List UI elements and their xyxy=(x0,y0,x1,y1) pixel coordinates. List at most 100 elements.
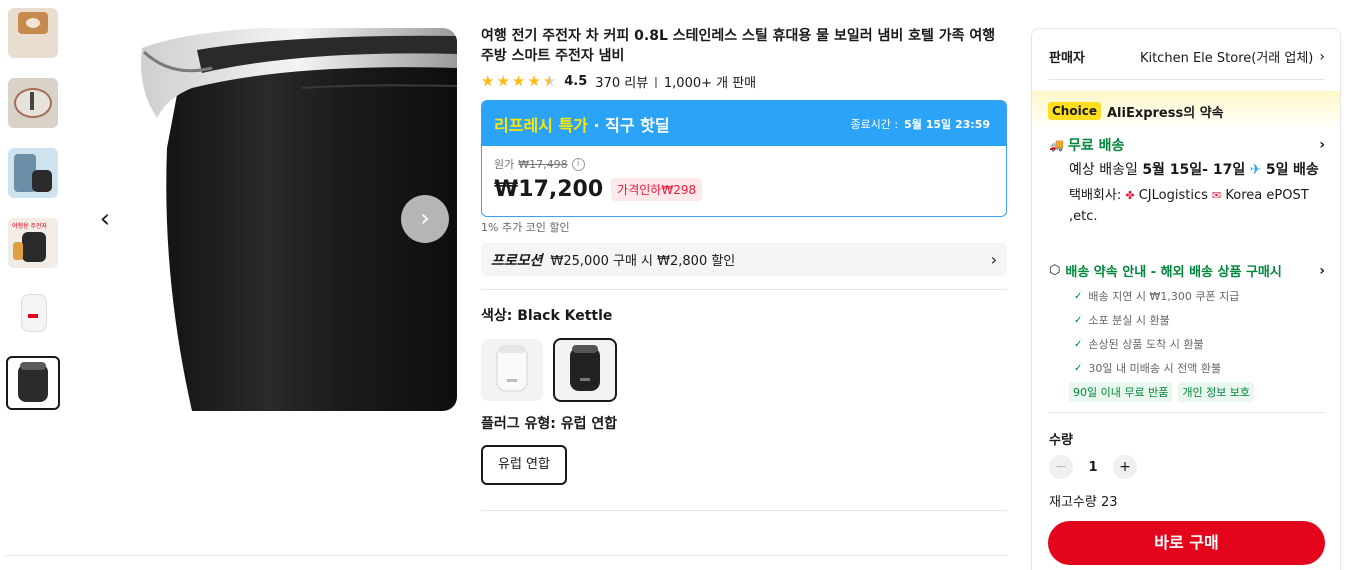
courier-1: CJLogistics xyxy=(1138,188,1208,203)
discount-badge: 가격인하₩298 xyxy=(611,178,703,201)
black-kettle-image xyxy=(570,345,600,391)
shipping-header: 🚚 무료 배송 › xyxy=(1049,135,1325,155)
thumbnail-image-detail xyxy=(28,314,38,318)
info-icon[interactable]: i xyxy=(571,157,585,171)
price-row: ₩17,200 가격인하₩298 xyxy=(494,177,994,202)
quantity-value[interactable]: 1 xyxy=(1073,460,1113,475)
delivery-assurance[interactable]: ⬡ 배송 약속 안내 - 해외 배송 상품 구매시 › ✓ 배송 지연 시 ₩1,… xyxy=(1049,261,1325,402)
star-icon: ★ xyxy=(496,71,510,90)
seller-row[interactable]: 판매자 Kitchen Ele Store(거래 업체) › xyxy=(1049,47,1325,67)
divider xyxy=(1049,79,1325,80)
assurance-item-text: 손상된 상품 도착 시 환불 xyxy=(1088,338,1204,351)
thumbnail-image-detail xyxy=(13,242,23,260)
cj-logo-icon: ✤ xyxy=(1125,189,1135,202)
assurance-item: ✓ 손상된 상품 도착 시 환불 xyxy=(1074,336,1325,352)
promotion-tag: 프로모션 xyxy=(491,252,543,269)
check-icon: ✓ xyxy=(1074,362,1083,374)
rating-row: ★ ★ ★ ★ ★ 4.5 370 리뷰 | 1,000+ 개 판매 xyxy=(481,71,756,91)
next-image-button[interactable]: › xyxy=(401,195,449,243)
buy-now-button[interactable]: 바로 구매 xyxy=(1048,521,1325,565)
choice-promise: AliExpress의 약속 xyxy=(1106,105,1224,121)
check-icon: ✓ xyxy=(1074,290,1083,302)
prev-image-button[interactable]: ‹ xyxy=(93,204,117,234)
thumbnail-list: 여행용 주전자 xyxy=(0,0,62,415)
seller-label: 판매자 xyxy=(1049,51,1085,66)
white-kettle-image xyxy=(496,345,528,392)
quantity-decrease-button[interactable]: − xyxy=(1049,455,1073,479)
thumbnail-1[interactable] xyxy=(8,8,58,58)
assurance-header: ⬡ 배송 약속 안내 - 해외 배송 상품 구매시 › xyxy=(1049,261,1325,281)
quantity-stepper: − 1 + xyxy=(1049,455,1137,479)
assurance-item: ✓ 30일 내 미배송 시 전액 환불 xyxy=(1074,360,1325,376)
deal-end-time: 종료시간 : 5월 15일 23:59 xyxy=(850,116,990,132)
rating-stars: ★ ★ ★ ★ ★ xyxy=(481,71,557,90)
chevron-left-icon: ‹ xyxy=(99,204,111,234)
choice-band: Choice AliExpress의 약속 xyxy=(1032,91,1340,131)
plug-type-label: 플러그 유형: 유럽 연합 xyxy=(481,416,618,432)
deal-end-value: 5월 15일 23:59 xyxy=(904,117,990,131)
delivery-estimate: 예상 배송일 5월 15일- 17일 ✈ 5일 배송 xyxy=(1069,159,1325,181)
star-icon: ★ xyxy=(481,71,495,90)
assurance-item: ✓ 배송 지연 시 ₩1,300 쿠폰 지급 xyxy=(1074,288,1325,304)
courier-info: 택배회사: ✤ CJLogistics ✉ Korea ePOST ,etc. xyxy=(1069,185,1325,227)
thumbnail-5[interactable] xyxy=(8,288,58,338)
deal-box: 리프레시 특가 · 직구 핫딜 종료시간 : 5월 15일 23:59 원가 ₩1… xyxy=(481,100,1007,217)
thumbnail-3[interactable] xyxy=(8,148,58,198)
thumbnail-2[interactable] xyxy=(8,78,58,128)
divider xyxy=(481,510,1007,511)
thumbnail-image-detail xyxy=(26,18,40,28)
star-icon: ★ xyxy=(511,71,526,90)
color-option-black[interactable] xyxy=(553,338,617,402)
check-icon: ✓ xyxy=(1074,314,1083,326)
thumbnail-image xyxy=(22,232,46,262)
box-icon: ⬡ xyxy=(1049,263,1061,278)
airplane-icon: ✈ xyxy=(1249,162,1262,178)
original-price-label: 원가 xyxy=(494,158,515,171)
estimate-dates: 5월 15일- 17일 xyxy=(1142,162,1246,178)
deal-title: 리프레시 특가 · 직구 핫딜 xyxy=(494,112,670,136)
chevron-right-icon: › xyxy=(990,250,997,269)
rating-value: 4.5 xyxy=(564,73,588,89)
color-label: 색상: Black Kettle xyxy=(481,308,613,324)
sales-count: 1,000+ 개 판매 xyxy=(663,75,757,91)
choice-badge: Choice xyxy=(1048,102,1101,120)
assurance-item: ✓ 소포 분실 시 환불 xyxy=(1074,312,1325,328)
divider xyxy=(6,555,1007,556)
color-option-white[interactable] xyxy=(481,339,543,401)
shipping-info[interactable]: 🚚 무료 배송 › 예상 배송일 5월 15일- 17일 ✈ 5일 배송 택배회… xyxy=(1049,135,1325,227)
thumbnail-image-detail xyxy=(32,170,52,192)
current-price: ₩17,200 xyxy=(494,177,604,202)
star-half-icon: ★ xyxy=(542,71,557,90)
chevron-right-icon: › xyxy=(420,204,430,232)
thumbnail-4[interactable]: 여행용 주전자 xyxy=(8,218,58,268)
estimate-prefix: 예상 배송일 xyxy=(1069,162,1138,178)
truck-icon: 🚚 xyxy=(1049,138,1064,152)
chevron-right-icon: › xyxy=(1319,48,1325,65)
star-icon: ★ xyxy=(527,71,541,90)
kettle-illustration xyxy=(62,28,457,411)
promotion-row[interactable]: 프로모션 ₩25,000 구매 시 ₩2,800 할인 › xyxy=(481,243,1007,276)
check-icon: ✓ xyxy=(1074,338,1083,350)
assurance-tags: 90일 이내 무료 반품 개인 정보 보호 xyxy=(1069,382,1325,402)
chevron-right-icon: › xyxy=(1319,137,1325,153)
separator: | xyxy=(654,74,658,88)
quantity-increase-button[interactable]: + xyxy=(1113,455,1137,479)
deal-name: 리프레시 특가 xyxy=(494,115,588,135)
estimate-suffix: 배송 xyxy=(1292,162,1319,178)
assurance-item-text: 30일 내 미배송 시 전액 환불 xyxy=(1088,362,1222,375)
promotion-text: ₩25,000 구매 시 ₩2,800 할인 xyxy=(550,254,736,269)
thumbnail-image xyxy=(21,294,47,332)
plug-option-eu[interactable]: 유럽 연합 xyxy=(481,445,567,485)
estimate-days: 5일 xyxy=(1265,162,1289,178)
review-count-link[interactable]: 370 리뷰 xyxy=(595,72,648,91)
divider xyxy=(1049,412,1325,413)
shipping-title: 무료 배송 xyxy=(1067,138,1125,154)
thumbnail-6-active[interactable] xyxy=(6,356,60,410)
tag-privacy: 개인 정보 보호 xyxy=(1178,382,1255,402)
tag-free-return: 90일 이내 무료 반품 xyxy=(1069,382,1173,402)
thumbnail-image-detail xyxy=(20,362,46,370)
epost-logo-icon: ✉ xyxy=(1212,189,1222,202)
divider xyxy=(481,289,1007,290)
original-price: ₩17,498 xyxy=(518,157,568,171)
assurance-item-text: 소포 분실 시 환불 xyxy=(1088,314,1170,327)
